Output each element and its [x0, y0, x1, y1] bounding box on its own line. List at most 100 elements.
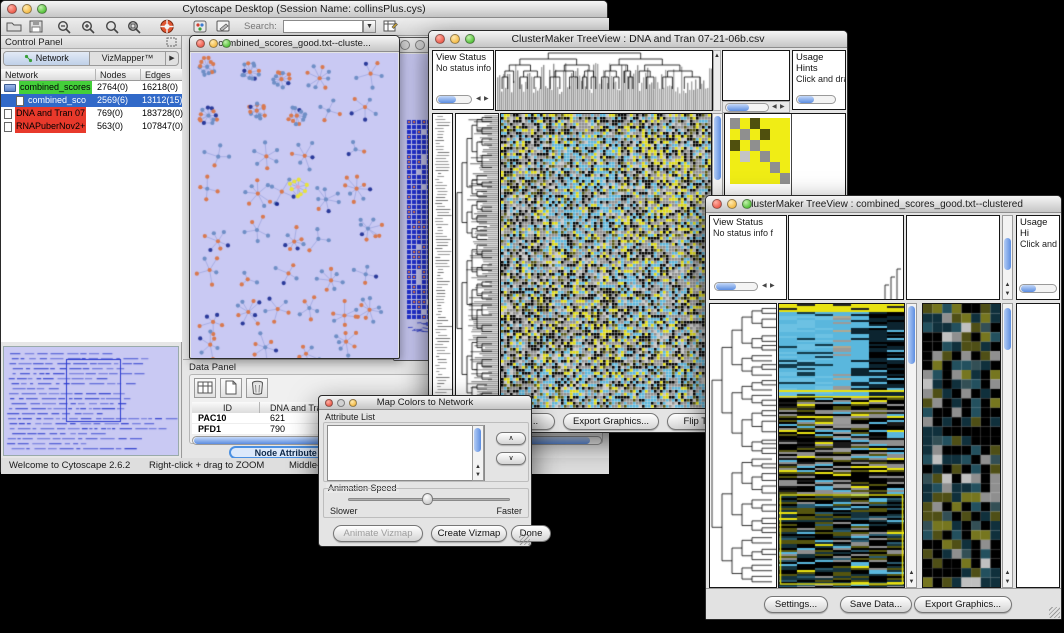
settings-button[interactable]: Settings...: [764, 596, 828, 613]
close-button[interactable]: [712, 199, 722, 209]
network-list-row[interactable]: DNA and Tran 07 769(0) 183728(0): [1, 107, 182, 120]
move-down-button[interactable]: ∨: [496, 452, 526, 465]
minimize-button[interactable]: [209, 39, 218, 48]
scroll-down-icon[interactable]: ▼: [907, 578, 916, 586]
treeview2-column-labels-panel: [906, 215, 1000, 300]
minimize-button[interactable]: [415, 40, 425, 50]
treeview1-titlebar[interactable]: ClusterMaker TreeView : DNA and Tran 07-…: [429, 31, 847, 48]
minimize-button[interactable]: [727, 199, 737, 209]
network-list-row[interactable]: combined_scores 2764(0) 16218(0): [1, 81, 182, 94]
treeview1-global-overview-strip[interactable]: [432, 113, 453, 409]
animation-speed-slider-thumb[interactable]: [422, 493, 433, 505]
scroll-down-icon[interactable]: ▼: [473, 471, 483, 479]
done-button[interactable]: Done: [511, 525, 551, 542]
table-grid-icon[interactable]: [194, 378, 216, 398]
scroll-up-icon[interactable]: ▲: [1003, 569, 1012, 577]
scrollbar-thumb[interactable]: [1004, 238, 1011, 270]
zoom-button[interactable]: [222, 39, 231, 48]
treeview2-heatmap-canvas[interactable]: [778, 303, 905, 588]
scroll-down-icon[interactable]: ▼: [1003, 578, 1012, 586]
treeview2-labels-vscrollbar[interactable]: ▲ ▼: [1002, 215, 1013, 300]
zoom-button[interactable]: [37, 4, 47, 14]
network-view-titlebar[interactable]: combined_scores_good.txt--cluste...: [190, 36, 399, 52]
search-label: Search:: [244, 21, 277, 32]
matrix-cell: [780, 118, 790, 129]
network-list-row[interactable]: RNAPuberNov2+ 563(0) 107847(0): [1, 120, 182, 133]
labels-hscrollbar[interactable]: [725, 103, 769, 112]
treeview1-row-dendrogram[interactable]: [455, 113, 499, 409]
main-titlebar[interactable]: Cytoscape Desktop (Session Name: collins…: [1, 1, 607, 18]
treeview2-heatmap-vscrollbar[interactable]: ▲ ▼: [906, 303, 917, 588]
dialog-titlebar[interactable]: Map Colors to Network: [319, 396, 531, 410]
animate-vizmap-button[interactable]: Animate Vizmap: [333, 525, 423, 542]
network-item-icon: [16, 96, 24, 106]
zoom-button[interactable]: [742, 199, 752, 209]
scrollbar-thumb[interactable]: [908, 306, 915, 364]
scroll-left-icon[interactable]: ◀: [476, 95, 481, 104]
close-button[interactable]: [325, 399, 333, 407]
save-data-button[interactable]: Save Data...: [840, 596, 912, 613]
treeview2-titlebar[interactable]: ClusterMaker TreeView : combined_scores_…: [706, 196, 1061, 213]
export-graphics-button[interactable]: Export Graphics...: [563, 413, 659, 430]
treeview2-view-status-box: View Status No status info f ◀ ▶: [709, 215, 787, 300]
create-vizmap-button[interactable]: Create Vizmap: [431, 525, 507, 542]
minimize-button[interactable]: [450, 34, 460, 44]
treeview1-column-dendrogram[interactable]: [495, 50, 713, 111]
close-button[interactable]: [7, 4, 17, 14]
scroll-right-icon[interactable]: ▶: [484, 95, 489, 104]
float-panel-icon[interactable]: [166, 37, 177, 51]
close-button[interactable]: [400, 40, 410, 50]
network-list-row[interactable]: combined_sco 2569(6) 13112(15): [1, 94, 182, 107]
column-header-nodes[interactable]: Nodes: [96, 69, 141, 81]
network-overview-thumbnail[interactable]: [3, 346, 179, 456]
network-item-name: combined_sco: [27, 94, 87, 107]
tab-network[interactable]: Network: [4, 52, 90, 65]
trash-icon[interactable]: [246, 378, 268, 398]
tab-overflow-arrow[interactable]: ▶: [165, 52, 178, 65]
attribute-list-label: Attribute List: [325, 412, 375, 422]
scrollbar-thumb[interactable]: [714, 116, 721, 180]
usage-hscrollbar[interactable]: [796, 95, 836, 104]
zoom-button[interactable]: [349, 399, 357, 407]
treeview1-heatmap-canvas[interactable]: [500, 113, 712, 409]
resize-grip[interactable]: [1049, 607, 1060, 618]
resize-grip[interactable]: [519, 534, 530, 545]
close-button[interactable]: [196, 39, 205, 48]
usage-hscrollbar[interactable]: [1019, 284, 1057, 293]
close-button[interactable]: [435, 34, 445, 44]
scroll-right-icon[interactable]: ▶: [780, 103, 785, 112]
treeview2-genes-vscrollbar[interactable]: ▲ ▼: [1002, 303, 1013, 588]
move-up-button[interactable]: ∧: [496, 432, 526, 445]
scroll-up-icon[interactable]: ▲: [714, 52, 720, 60]
treeview2-zoom-heatmap-canvas[interactable]: [922, 303, 1001, 588]
scroll-left-icon[interactable]: ◀: [762, 282, 767, 291]
view-status-hscrollbar[interactable]: [436, 95, 472, 104]
treeview2-column-dendrogram[interactable]: [788, 215, 904, 300]
attribute-list[interactable]: [327, 425, 485, 481]
scroll-right-icon[interactable]: ▶: [770, 282, 775, 291]
treeview2-row-dendrogram[interactable]: [709, 303, 777, 588]
column-header-edges[interactable]: Edges: [141, 69, 182, 81]
scroll-down-icon[interactable]: ▼: [1003, 290, 1012, 298]
window-controls: [435, 34, 475, 44]
network-graph-canvas[interactable]: [191, 53, 398, 358]
scroll-up-icon[interactable]: ▲: [1003, 281, 1012, 289]
scroll-up-icon[interactable]: ▲: [473, 463, 483, 471]
treeview1-zoom-heatmap[interactable]: [730, 118, 790, 184]
zoom-button[interactable]: [465, 34, 475, 44]
treeview2-column-labels: [911, 216, 999, 299]
scrollbar-thumb[interactable]: [474, 428, 481, 452]
minimize-button[interactable]: [337, 399, 345, 407]
search-dropdown-arrow-icon[interactable]: ▼: [363, 20, 376, 33]
export-graphics-button[interactable]: Export Graphics...: [914, 596, 1012, 613]
scroll-up-icon[interactable]: ▲: [907, 569, 916, 577]
view-status-hscrollbar[interactable]: [714, 282, 758, 291]
search-input[interactable]: [283, 20, 363, 33]
attribute-list-vscrollbar[interactable]: ▲ ▼: [472, 425, 484, 481]
scrollbar-thumb[interactable]: [1004, 308, 1011, 350]
column-header-network[interactable]: Network: [1, 69, 96, 81]
minimize-button[interactable]: [22, 4, 32, 14]
new-document-icon[interactable]: [220, 378, 242, 398]
scroll-left-icon[interactable]: ◀: [772, 103, 777, 112]
tab-vizmapper[interactable]: VizMapper™: [90, 52, 165, 65]
